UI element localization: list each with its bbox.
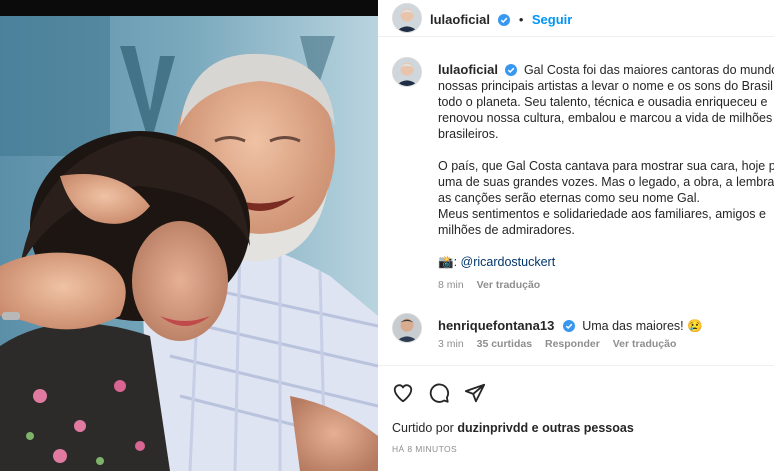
header-user-line: lulaoficial • Seguir <box>430 11 572 29</box>
author-username[interactable]: lulaoficial <box>430 12 490 27</box>
post-photo-pane[interactable] <box>0 0 378 471</box>
comment-likes[interactable]: 35 curtidas <box>477 338 532 350</box>
post-header: lulaoficial • Seguir <box>378 0 774 37</box>
liked-by-others[interactable]: e outras pessoas <box>532 421 634 435</box>
caption: lulaoficial Gal Costa foi das maiores ca… <box>438 62 774 270</box>
caption-line: brasileiros. <box>438 127 499 141</box>
post-detail-panel: lulaoficial • Seguir lulaoficial Gal Cos… <box>378 0 774 471</box>
caption-line: lulaoficial Gal Costa foi das maiores ca… <box>438 62 774 78</box>
comment-meta: 3 min 35 curtidas Responder Ver tradução <box>438 338 686 350</box>
post-photo[interactable] <box>0 16 378 471</box>
commenter-username[interactable]: henriquefontana13 <box>438 318 554 333</box>
caption-line: renovou nossa cultura, embalou e marcou … <box>438 111 773 125</box>
comment-text: Uma das maiores! 😢 <box>582 319 703 333</box>
post-time-ago: HÁ 8 MINUTOS <box>392 444 458 454</box>
verified-badge-icon <box>505 64 518 76</box>
comment-icon[interactable] <box>428 382 450 404</box>
caption-line: todo o planeta. Seu talento, técnica e o… <box>438 95 768 109</box>
comment: henriquefontana13 Uma das maiores! 😢 <box>438 317 703 335</box>
liked-by-prefix: Curtido por <box>392 421 454 435</box>
follow-button[interactable]: Seguir <box>532 12 572 27</box>
liked-by: Curtido por duzinprivdd e outras pessoas <box>392 421 634 435</box>
caption-time: 8 min <box>438 279 464 291</box>
reply-button[interactable]: Responder <box>545 338 600 350</box>
caption-line: milhões de admiradores. <box>438 223 575 237</box>
share-icon[interactable] <box>464 382 486 404</box>
comment-time: 3 min <box>438 338 464 350</box>
post-actions-bar: Curtido por duzinprivdd e outras pessoas… <box>378 365 774 471</box>
comment-translate-link[interactable]: Ver tradução <box>613 338 677 350</box>
separator-dot: • <box>518 12 524 27</box>
verified-badge-icon <box>562 320 575 332</box>
caption-line-text: Gal Costa foi das maiores cantoras do mu… <box>523 63 774 77</box>
caption-author-avatar[interactable] <box>392 57 422 87</box>
author-avatar[interactable] <box>392 3 422 33</box>
caption-line: uma de suas grandes vozes. Mas o legado,… <box>438 175 774 189</box>
commenter-avatar[interactable] <box>392 313 422 343</box>
caption-line: nossas principais artistas a levar o nom… <box>438 79 774 93</box>
caption-line: O país, que Gal Costa cantava para mostr… <box>438 159 774 173</box>
verified-badge-icon <box>498 14 511 26</box>
photo-top-strip <box>0 0 378 16</box>
caption-translate-link[interactable]: Ver tradução <box>477 279 541 291</box>
photo-credit-link[interactable]: 📸: @ricardostuckert <box>438 254 774 270</box>
caption-username[interactable]: lulaoficial <box>438 62 498 77</box>
heart-icon[interactable] <box>392 382 414 404</box>
caption-line: as canções serão eternas como seu nome G… <box>438 191 700 205</box>
liked-by-user[interactable]: duzinprivdd <box>457 421 528 435</box>
caption-line: Meus sentimentos e solidariedade aos fam… <box>438 207 766 221</box>
caption-meta: 8 min Ver tradução <box>438 279 550 291</box>
